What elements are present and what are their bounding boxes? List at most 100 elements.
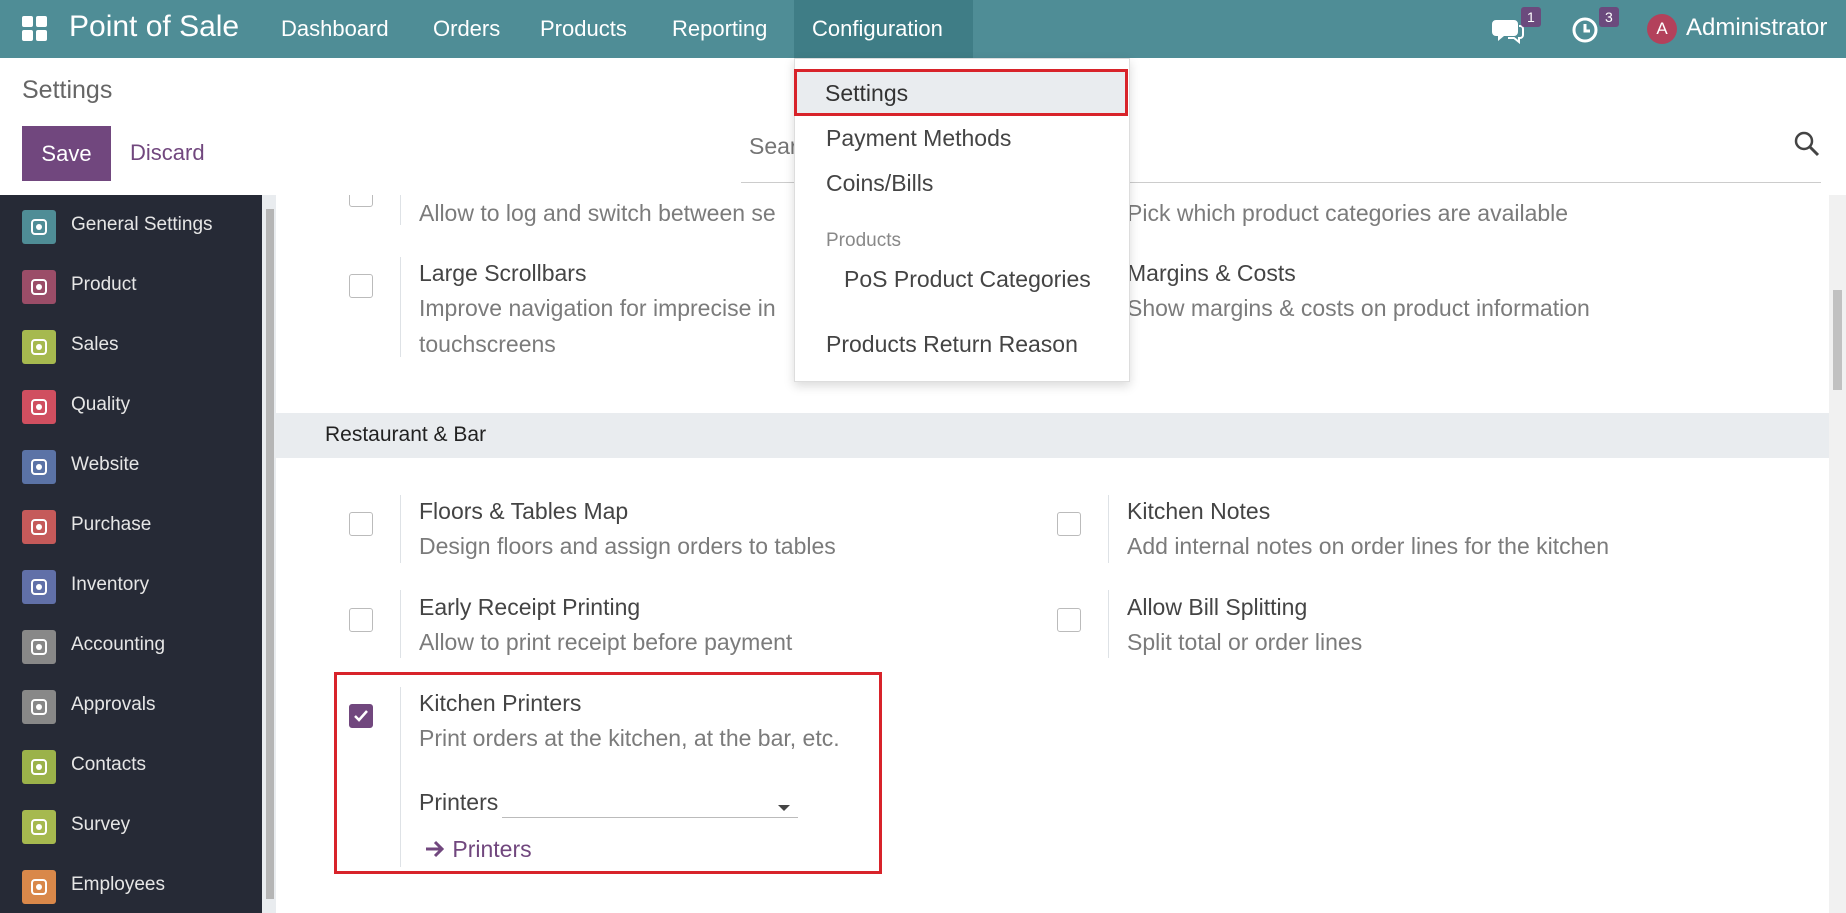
sidebar-item-contacts[interactable]: Contacts xyxy=(0,735,262,795)
sidebar-item-website[interactable]: Website xyxy=(0,435,262,495)
user-menu[interactable]: Administrator xyxy=(1686,14,1827,42)
menu-section-products: Products xyxy=(826,230,901,251)
messages-icon[interactable] xyxy=(1492,16,1524,49)
large-scrollbars-desc-2: touchscreens xyxy=(419,331,556,357)
page-title: Settings xyxy=(22,76,113,104)
nav-orders[interactable]: Orders xyxy=(415,0,518,58)
product-tag-icon xyxy=(22,270,56,304)
floors-tables-desc: Design floors and assign orders to table… xyxy=(419,533,836,559)
sidebar-item-employees[interactable]: Employees xyxy=(0,855,262,913)
divider xyxy=(400,195,401,225)
nav-dashboard[interactable]: Dashboard xyxy=(263,0,407,58)
divider xyxy=(1108,590,1109,658)
margins-costs-title: Margins & Costs xyxy=(1127,260,1296,286)
sidebar-item-label: Contacts xyxy=(71,754,146,775)
sidebar-item-product[interactable]: Product xyxy=(0,255,262,315)
sidebar-item-label: General Settings xyxy=(71,214,213,235)
menu-item-return-reason[interactable]: Products Return Reason xyxy=(795,322,1129,366)
sidebar-item-label: Quality xyxy=(71,394,131,415)
margins-costs-desc: Show margins & costs on product informat… xyxy=(1127,295,1590,321)
sidebar-item-approvals[interactable]: Approvals xyxy=(0,675,262,735)
coins-bills-label[interactable]: Coins/Bills xyxy=(826,170,933,197)
inventory-icon xyxy=(22,570,56,604)
nav-configuration[interactable]: Configuration xyxy=(794,0,973,58)
settings-menu-label[interactable]: Settings xyxy=(825,80,908,107)
sidebar-item-label: Sales xyxy=(71,334,119,355)
bill-splitting-desc: Split total or order lines xyxy=(1127,629,1363,655)
divider xyxy=(400,590,401,658)
partial-setting-checkbox[interactable] xyxy=(349,195,373,207)
return-reason-label[interactable]: Products Return Reason xyxy=(826,331,1078,358)
content-scrollbar[interactable] xyxy=(1829,195,1846,913)
top-navbar: Point of Sale Dashboard Orders Products … xyxy=(0,0,1846,58)
sidebar-item-label: Accounting xyxy=(71,634,166,655)
large-scrollbars-desc: Improve navigation for imprecise in xyxy=(419,295,776,321)
kitchen-notes-desc: Add internal notes on order lines for th… xyxy=(1127,533,1610,559)
early-receipt-desc: Allow to print receipt before payment xyxy=(419,629,793,655)
activities-badge: 3 xyxy=(1599,7,1619,27)
apps-menu-icon[interactable] xyxy=(22,16,48,42)
restaurant-section-header: Restaurant & Bar xyxy=(276,413,1829,458)
section-title: Restaurant & Bar xyxy=(325,423,487,446)
sidebar-item-label: Product xyxy=(71,274,137,295)
kitchen-printers-highlight xyxy=(334,672,882,874)
divider xyxy=(400,495,401,563)
divider xyxy=(400,257,401,357)
menu-item-coins-bills[interactable]: Coins/Bills xyxy=(795,161,1129,205)
sidebar-item-label: Inventory xyxy=(71,574,150,595)
sidebar-item-accounting[interactable]: Accounting xyxy=(0,615,262,675)
sidebar-scroll-thumb[interactable] xyxy=(266,209,274,899)
kitchen-notes-checkbox[interactable] xyxy=(1057,512,1081,536)
bill-splitting-title: Allow Bill Splitting xyxy=(1127,594,1308,620)
settings-menu-highlight[interactable]: Settings xyxy=(794,69,1128,116)
floors-tables-title: Floors & Tables Map xyxy=(419,498,629,524)
website-icon xyxy=(22,450,56,484)
nav-reporting[interactable]: Reporting xyxy=(654,0,785,58)
survey-icon xyxy=(22,810,56,844)
contacts-icon xyxy=(22,750,56,784)
early-receipt-checkbox[interactable] xyxy=(349,608,373,632)
gear-icon xyxy=(22,210,56,244)
sidebar-item-purchase[interactable]: Purchase xyxy=(0,495,262,555)
sidebar-item-quality[interactable]: Quality xyxy=(0,375,262,435)
floors-tables-checkbox[interactable] xyxy=(349,512,373,536)
sidebar-item-label: Survey xyxy=(71,814,131,835)
sidebar-item-inventory[interactable]: Inventory xyxy=(0,555,262,615)
pos-categories-label[interactable]: PoS Product Categories xyxy=(844,266,1091,293)
partial-setting-desc: Allow to log and switch between se xyxy=(419,200,776,226)
accounting-icon xyxy=(22,630,56,664)
sidebar-item-label: Website xyxy=(71,454,140,475)
menu-item-pos-categories[interactable]: PoS Product Categories xyxy=(795,257,1129,301)
sidebar-item-label: Approvals xyxy=(71,694,156,715)
app-brand[interactable]: Point of Sale xyxy=(69,10,239,44)
employees-icon xyxy=(22,870,56,904)
search-icon[interactable] xyxy=(1793,130,1821,163)
large-scrollbars-checkbox[interactable] xyxy=(349,274,373,298)
sidebar-item-label: Purchase xyxy=(71,514,152,535)
sidebar-item-sales[interactable]: Sales xyxy=(0,315,262,375)
purchase-icon xyxy=(22,510,56,544)
nav-products[interactable]: Products xyxy=(522,0,645,58)
sidebar-item-survey[interactable]: Survey xyxy=(0,795,262,855)
product-categories-desc: Pick which product categories are availa… xyxy=(1127,200,1569,226)
payment-methods-label[interactable]: Payment Methods xyxy=(826,125,1011,152)
activity-clock-icon[interactable] xyxy=(1571,16,1599,49)
discard-button[interactable]: Discard xyxy=(130,140,205,166)
settings-sidebar: General Settings Product Sales Quality Websi… xyxy=(0,195,262,913)
save-button[interactable]: Save xyxy=(22,126,111,181)
approvals-icon xyxy=(22,690,56,724)
sidebar-item-label: Employees xyxy=(71,874,165,895)
quality-icon xyxy=(22,390,56,424)
messages-badge: 1 xyxy=(1521,7,1541,27)
early-receipt-title: Early Receipt Printing xyxy=(419,594,641,620)
large-scrollbars-title: Large Scrollbars xyxy=(419,260,587,286)
sales-icon xyxy=(22,330,56,364)
user-avatar[interactable]: A xyxy=(1647,14,1677,44)
content-scroll-thumb[interactable] xyxy=(1833,290,1842,390)
sidebar-scrollbar[interactable] xyxy=(262,195,276,913)
divider xyxy=(1108,495,1109,563)
kitchen-notes-title: Kitchen Notes xyxy=(1127,498,1271,524)
sidebar-item-general-settings[interactable]: General Settings xyxy=(0,195,262,255)
menu-item-payment-methods[interactable]: Payment Methods xyxy=(795,116,1129,160)
bill-splitting-checkbox[interactable] xyxy=(1057,608,1081,632)
